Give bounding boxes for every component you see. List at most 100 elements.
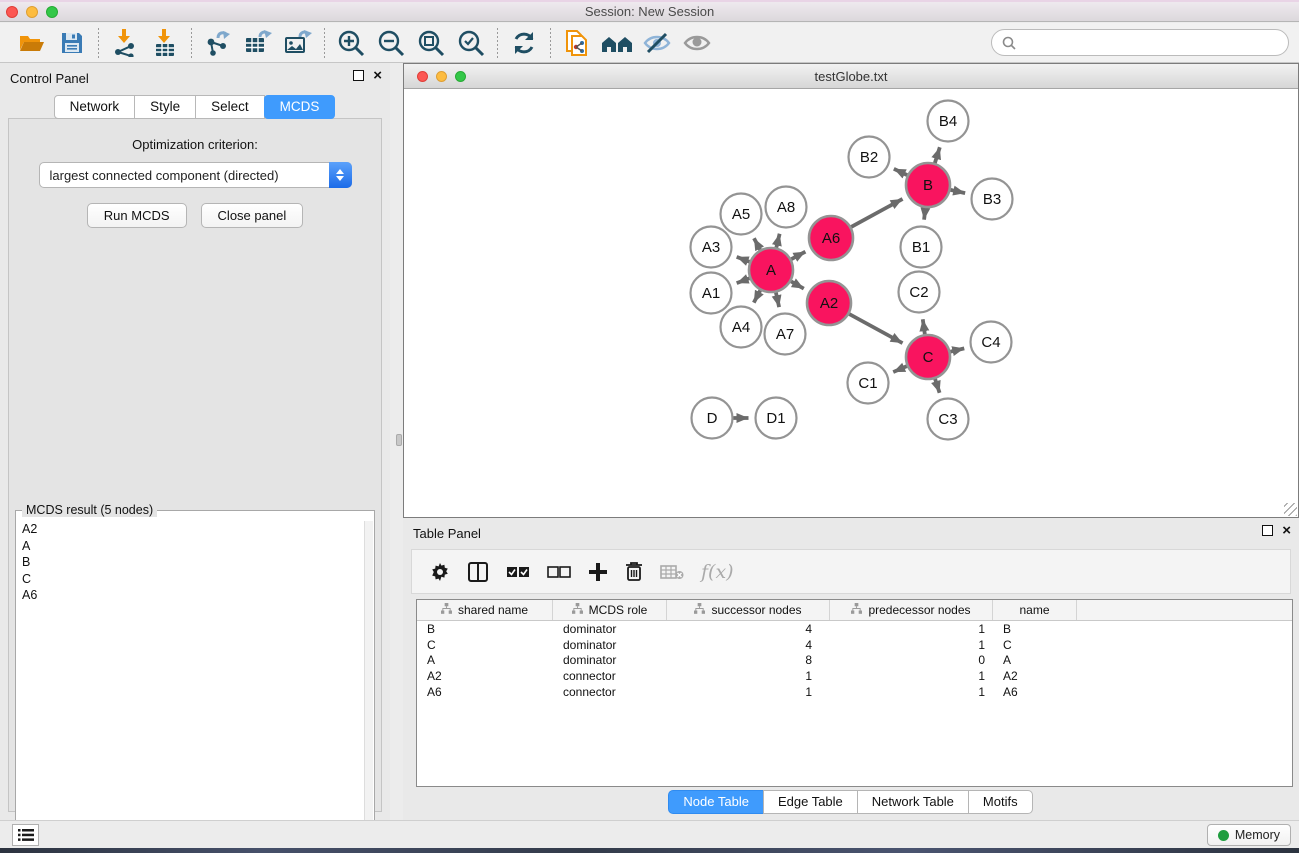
edge-A-A6[interactable] bbox=[791, 252, 805, 260]
node-B2[interactable]: B2 bbox=[849, 137, 890, 178]
mcds-result-item[interactable]: A2 bbox=[17, 521, 365, 538]
table-row[interactable]: Adominator80A bbox=[417, 653, 1292, 669]
table-cell[interactable]: B bbox=[993, 622, 1077, 636]
table-cell[interactable]: 0 bbox=[830, 653, 993, 667]
edge-B-B4[interactable] bbox=[935, 147, 940, 163]
table-cell[interactable]: 1 bbox=[830, 622, 993, 636]
table-cell[interactable]: 1 bbox=[830, 685, 993, 699]
node-A4[interactable]: A4 bbox=[721, 307, 762, 348]
refresh-layout-button[interactable] bbox=[504, 26, 544, 60]
network-minimize-button[interactable] bbox=[436, 71, 447, 82]
show-columns-button[interactable] bbox=[467, 561, 489, 583]
edge-B-B2[interactable] bbox=[894, 169, 907, 175]
edge-A-A3[interactable] bbox=[737, 257, 750, 262]
tab-mcds[interactable]: MCDS bbox=[264, 95, 336, 119]
tab-select[interactable]: Select bbox=[195, 95, 265, 119]
mcds-result-item[interactable]: A6 bbox=[17, 587, 365, 604]
memory-button[interactable]: Memory bbox=[1207, 824, 1291, 846]
select-all-button[interactable] bbox=[506, 566, 530, 578]
edge-A-A8[interactable] bbox=[776, 234, 779, 248]
edge-B-B3[interactable] bbox=[950, 190, 965, 193]
add-column-button[interactable] bbox=[588, 562, 608, 582]
table-cell[interactable]: 8 bbox=[667, 653, 830, 667]
edge-A-A2[interactable] bbox=[791, 281, 804, 288]
network-vertical-scrollbar[interactable] bbox=[396, 434, 402, 446]
function-builder-button[interactable]: f(x) bbox=[701, 561, 734, 583]
node-D[interactable]: D bbox=[692, 398, 733, 439]
edge-A-A5[interactable] bbox=[754, 238, 760, 249]
zoom-selected-button[interactable] bbox=[451, 26, 491, 60]
delete-table-button[interactable] bbox=[660, 564, 684, 580]
node-C1[interactable]: C1 bbox=[848, 363, 889, 404]
table-cell[interactable]: 1 bbox=[830, 638, 993, 652]
column-header-name[interactable]: name bbox=[993, 600, 1077, 620]
save-session-button[interactable] bbox=[52, 26, 92, 60]
node-B1[interactable]: B1 bbox=[901, 227, 942, 268]
table-row[interactable]: Cdominator41C bbox=[417, 637, 1292, 653]
run-mcds-button[interactable]: Run MCDS bbox=[87, 203, 187, 228]
deselect-all-button[interactable] bbox=[547, 566, 571, 578]
edge-A2-C[interactable] bbox=[849, 314, 902, 343]
column-header-successor-nodes[interactable]: successor nodes bbox=[667, 600, 830, 620]
first-neighbors-button[interactable] bbox=[597, 26, 637, 60]
node-A8[interactable]: A8 bbox=[766, 187, 807, 228]
table-cell[interactable]: 4 bbox=[667, 622, 830, 636]
edge-C-C4[interactable] bbox=[950, 348, 964, 351]
table-cell[interactable]: A2 bbox=[993, 669, 1077, 683]
tab-network[interactable]: Network bbox=[54, 95, 136, 119]
node-A6[interactable]: A6 bbox=[809, 216, 853, 260]
show-all-button[interactable] bbox=[677, 26, 717, 60]
table-row[interactable]: Bdominator41B bbox=[417, 621, 1292, 637]
node-A5[interactable]: A5 bbox=[721, 194, 762, 235]
mcds-result-item[interactable]: B bbox=[17, 554, 365, 571]
node-C2[interactable]: C2 bbox=[899, 272, 940, 313]
mcds-result-list[interactable]: A2ABCA6 bbox=[17, 521, 365, 841]
zoom-window-button[interactable] bbox=[46, 6, 58, 18]
node-A3[interactable]: A3 bbox=[691, 227, 732, 268]
table-cell[interactable]: A bbox=[417, 653, 553, 667]
hide-selected-button[interactable] bbox=[637, 26, 677, 60]
network-zoom-button[interactable] bbox=[455, 71, 466, 82]
edge-C-C1[interactable] bbox=[893, 366, 907, 372]
edge-A-A4[interactable] bbox=[754, 290, 760, 302]
minimize-window-button[interactable] bbox=[26, 6, 38, 18]
table-cell[interactable]: A2 bbox=[417, 669, 553, 683]
node-B4[interactable]: B4 bbox=[928, 101, 969, 142]
table-cell[interactable]: A6 bbox=[417, 685, 553, 699]
table-cell[interactable]: connector bbox=[553, 685, 667, 699]
table-cell[interactable]: 1 bbox=[830, 669, 993, 683]
edge-A-A7[interactable] bbox=[776, 292, 779, 307]
close-panel-button[interactable]: Close panel bbox=[201, 203, 304, 228]
table-cell[interactable]: dominator bbox=[553, 622, 667, 636]
export-table-button[interactable] bbox=[238, 26, 278, 60]
search-input[interactable] bbox=[1022, 35, 1278, 50]
node-A7[interactable]: A7 bbox=[765, 314, 806, 355]
criterion-select[interactable]: largest connected component (directed) bbox=[39, 162, 352, 188]
table-cell[interactable]: 4 bbox=[667, 638, 830, 652]
network-canvas[interactable]: B4B2BB3A8A5A6A3B1AC2A1A2A4A7C4CC1DD1C3 bbox=[404, 89, 1298, 517]
node-C4[interactable]: C4 bbox=[971, 322, 1012, 363]
zoom-fit-button[interactable] bbox=[411, 26, 451, 60]
close-panel-icon[interactable]: × bbox=[373, 70, 382, 81]
import-network-button[interactable] bbox=[105, 26, 145, 60]
tab-style[interactable]: Style bbox=[134, 95, 196, 119]
node-C[interactable]: C bbox=[906, 335, 950, 379]
float-table-panel-icon[interactable] bbox=[1262, 525, 1273, 536]
node-D1[interactable]: D1 bbox=[756, 398, 797, 439]
tab-node-table[interactable]: Node Table bbox=[668, 790, 764, 814]
export-image-button[interactable] bbox=[278, 26, 318, 60]
export-network-button[interactable] bbox=[198, 26, 238, 60]
table-cell[interactable]: 1 bbox=[667, 669, 830, 683]
node-A[interactable]: A bbox=[749, 248, 793, 292]
edge-B-B1[interactable] bbox=[924, 208, 925, 220]
mcds-result-item[interactable]: C bbox=[17, 571, 365, 588]
column-header-shared-name[interactable]: shared name bbox=[417, 600, 553, 620]
close-window-button[interactable] bbox=[6, 6, 18, 18]
table-cell[interactable]: C bbox=[993, 638, 1077, 652]
float-panel-icon[interactable] bbox=[353, 70, 364, 81]
resize-grip[interactable] bbox=[1284, 503, 1297, 516]
column-header-MCDS-role[interactable]: MCDS role bbox=[553, 600, 667, 620]
table-cell[interactable]: B bbox=[417, 622, 553, 636]
table-cell[interactable]: A6 bbox=[993, 685, 1077, 699]
clone-network-button[interactable] bbox=[557, 26, 597, 60]
